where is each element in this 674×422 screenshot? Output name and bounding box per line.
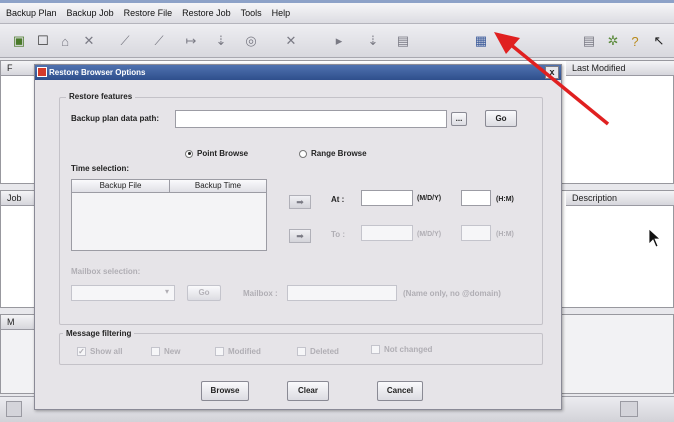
deleted-checkbox[interactable]: Deleted	[297, 347, 339, 356]
message-filtering-title: Message filtering	[63, 329, 135, 338]
not-changed-checkbox[interactable]: Not changed	[371, 345, 432, 354]
red-arrow-annotation	[494, 32, 610, 126]
menu-tools[interactable]: Tools	[241, 8, 262, 18]
context-help-icon[interactable]: ↖	[650, 32, 668, 50]
to-date-input[interactable]	[361, 225, 413, 241]
run-icon[interactable]: ⟋	[116, 32, 134, 50]
delete-icon[interactable]: ✕	[80, 32, 98, 50]
new-checkbox[interactable]: New	[151, 347, 180, 356]
open-icon[interactable]: ⌂	[56, 32, 74, 50]
description-header[interactable]: Description	[566, 191, 674, 206]
menu-backup-plan[interactable]: Backup Plan	[6, 8, 57, 18]
mailbox-hint: (Name only, no @domain)	[403, 289, 501, 298]
mailbox-input[interactable]	[287, 285, 397, 301]
run-all-icon[interactable]: ⟋	[150, 32, 168, 50]
app-icon	[37, 67, 47, 77]
browse-path-button[interactable]: ...	[451, 112, 467, 126]
menu-restore-job[interactable]: Restore Job	[182, 8, 231, 18]
backup-list-table[interactable]: Backup File Backup Time	[71, 179, 267, 251]
point-browse-radio[interactable]: Point Browse	[185, 149, 248, 158]
play-icon[interactable]: ▸	[330, 32, 348, 50]
new-label: New	[164, 347, 181, 356]
point-browse-label: Point Browse	[197, 149, 249, 158]
menu-restore-file[interactable]: Restore File	[124, 8, 173, 18]
modified-checkbox[interactable]: Modified	[215, 347, 261, 356]
browse-button[interactable]: Browse	[201, 381, 249, 401]
range-browse-label: Range Browse	[311, 149, 367, 158]
not-changed-label: Not changed	[384, 345, 433, 354]
refresh-icon[interactable]: ◎	[242, 32, 260, 50]
tools-icon[interactable]: ✕	[282, 32, 300, 50]
at-arrow-button[interactable]: ➡	[289, 195, 311, 209]
new-plan-icon[interactable]: ▣	[10, 32, 28, 50]
clear-button[interactable]: Clear	[287, 381, 329, 401]
col-backup-file[interactable]: Backup File	[72, 180, 170, 193]
col-backup-time[interactable]: Backup Time	[170, 180, 266, 193]
status-icon	[6, 401, 22, 417]
backup-plan-path-label: Backup plan data path:	[71, 114, 160, 123]
to-time-input[interactable]	[461, 225, 491, 241]
show-all-label: Show all	[90, 347, 123, 356]
backup-plan-path-input[interactable]	[175, 110, 447, 128]
restore-browser-options-dialog: Restore Browser Options x Restore featur…	[34, 64, 562, 410]
to-label: To :	[331, 230, 346, 239]
chevron-down-icon: ▾	[164, 287, 169, 296]
at-date-input[interactable]	[361, 190, 413, 206]
download-icon[interactable]: ⇣	[364, 32, 382, 50]
restore-icon[interactable]: ⇣	[212, 32, 230, 50]
new-document-icon[interactable]: ☐	[34, 32, 52, 50]
mailbox-label: Mailbox :	[243, 289, 278, 298]
step-icon[interactable]: ↦	[182, 32, 200, 50]
menu-backup-job[interactable]: Backup Job	[67, 8, 114, 18]
restore-features-title: Restore features	[66, 92, 136, 101]
at-date-format: (M/D/Y)	[417, 195, 442, 202]
network-icon	[620, 401, 638, 417]
to-date-format: (M/D/Y)	[417, 231, 442, 238]
time-selection-label: Time selection:	[71, 164, 130, 173]
at-time-format: (H:M)	[496, 196, 514, 203]
menu-bar: Backup Plan Backup Job Restore File Rest…	[0, 0, 674, 24]
modified-label: Modified	[228, 347, 261, 356]
dialog-title-bar[interactable]: Restore Browser Options	[35, 65, 561, 80]
menu-help[interactable]: Help	[272, 8, 291, 18]
mouse-cursor-icon	[648, 228, 662, 248]
mailbox-dropdown[interactable]: ▾	[71, 285, 175, 301]
cancel-button[interactable]: Cancel	[377, 381, 423, 401]
help-icon[interactable]: ?	[626, 32, 644, 50]
range-browse-radio[interactable]: Range Browse	[299, 149, 367, 158]
mailbox-go-button[interactable]: Go	[187, 285, 221, 301]
deleted-label: Deleted	[310, 347, 339, 356]
at-time-input[interactable]	[461, 190, 491, 206]
to-time-format: (H:M)	[496, 231, 514, 238]
to-arrow-button[interactable]: ➡	[289, 229, 311, 243]
dialog-title: Restore Browser Options	[49, 68, 146, 77]
report-icon[interactable]: ▤	[394, 32, 412, 50]
at-label: At :	[331, 195, 345, 204]
show-all-checkbox[interactable]: ✓ Show all	[77, 347, 122, 356]
mailbox-selection-label: Mailbox selection:	[71, 267, 141, 276]
